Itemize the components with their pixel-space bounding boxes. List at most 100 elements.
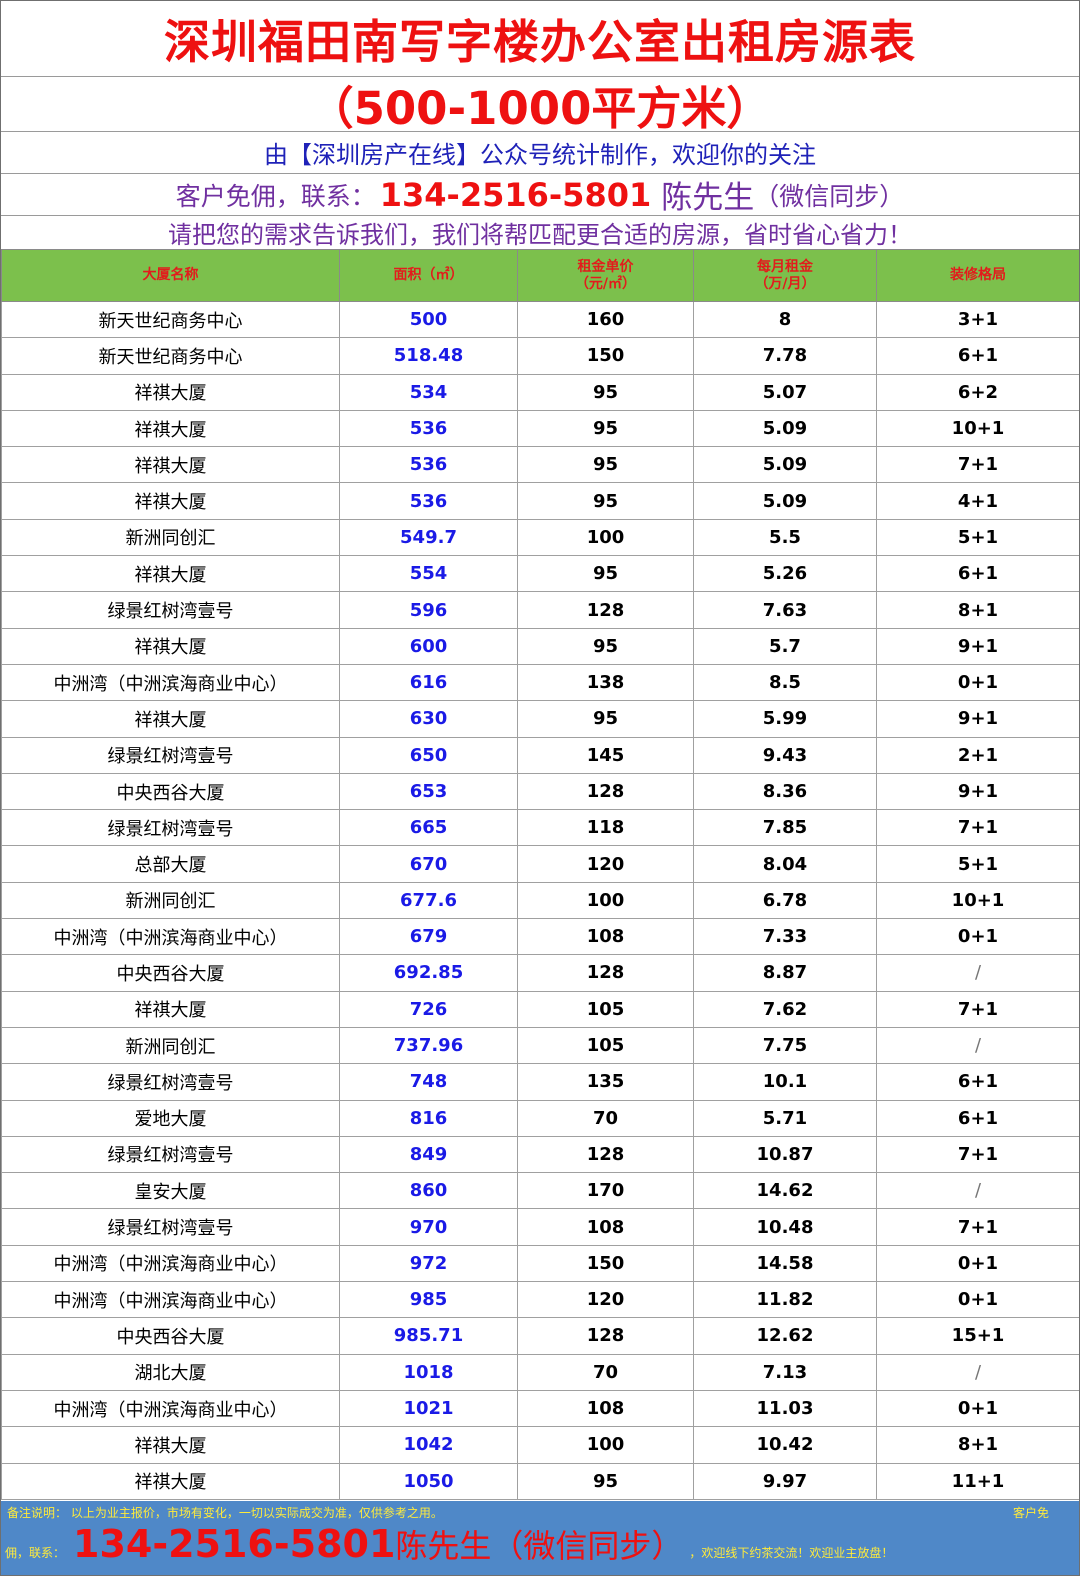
cell-layout: 5+1: [876, 518, 1079, 557]
cell-layout: 0+1: [876, 1244, 1079, 1283]
header-monthly-rent-unit: （万/月）: [754, 275, 816, 292]
cell-monthly-rent: 8.04: [693, 845, 877, 883]
cell-building-name: 绿景红树湾壹号: [1, 591, 340, 629]
cell-monthly-rent: 5.26: [693, 555, 877, 593]
table-row: 总部大厦 670 120 8.04 5+1: [1, 845, 1079, 883]
cell-layout: 7+1: [876, 1208, 1079, 1246]
cell-unit-price: 100: [517, 1426, 694, 1464]
cell-area: 616: [339, 663, 518, 702]
header-building-name: 大厦名称: [1, 249, 340, 302]
cell-area: 1018: [339, 1353, 518, 1391]
cell-layout: 3+1: [876, 300, 1079, 339]
table-row: 新天世纪商务中心 500 160 8 3+1: [1, 300, 1079, 339]
footer-contact-name: 陈先生（微信同步）: [395, 1527, 684, 1565]
cell-area: 596: [339, 591, 518, 629]
cell-area: 726: [339, 990, 518, 1028]
header-monthly-rent-label: 每月租金: [757, 258, 813, 275]
cell-area: 650: [339, 736, 518, 774]
subtitle-row: （500-1000平方米）: [1, 77, 1079, 132]
cell-monthly-rent: 5.07: [693, 373, 877, 411]
footer-note-right: 客户免: [1012, 1506, 1049, 1520]
cell-monthly-rent: 7.13: [693, 1353, 877, 1391]
cell-building-name: 祥祺大厦: [1, 446, 340, 484]
cell-unit-price: 150: [517, 337, 694, 375]
cell-layout: /: [876, 1026, 1079, 1065]
footer-contact: 佣，联系： 134-2516-5801 陈先生（微信同步） ，欢迎线下约茶交流！…: [5, 1521, 893, 1567]
contact-label: 客户免佣，联系：: [175, 181, 376, 211]
cell-layout: 8+1: [876, 591, 1079, 629]
table-row: 中洲湾（中洲滨海商业中心） 679 108 7.33 0+1: [1, 918, 1079, 956]
title-row: 深圳福田南写字楼办公室出租房源表: [1, 1, 1079, 77]
table-row: 中央西谷大厦 653 128 8.36 9+1: [1, 772, 1079, 811]
cell-area: 653: [339, 772, 518, 811]
cell-layout: 7+1: [876, 809, 1079, 847]
cell-monthly-rent: 9.97: [693, 1462, 877, 1500]
header-monthly-rent: 每月租金 （万/月）: [693, 249, 877, 302]
cell-area: 536: [339, 482, 518, 520]
cell-building-name: 新天世纪商务中心: [1, 337, 340, 375]
cell-monthly-rent: 5.99: [693, 700, 877, 738]
cell-area: 737.96: [339, 1026, 518, 1065]
cell-area: 630: [339, 700, 518, 738]
cell-layout: /: [876, 1353, 1079, 1391]
cell-layout: /: [876, 1172, 1079, 1210]
cell-building-name: 皇安大厦: [1, 1172, 340, 1210]
rental-listing-sheet: 深圳福田南写字楼办公室出租房源表 （500-1000平方米） 由【深圳房产在线】…: [0, 0, 1080, 1576]
table-row: 绿景红树湾壹号 596 128 7.63 8+1: [1, 591, 1079, 629]
cell-layout: 8+1: [876, 1426, 1079, 1464]
cell-unit-price: 118: [517, 809, 694, 847]
cell-unit-price: 95: [517, 555, 694, 593]
cell-building-name: 祥祺大厦: [1, 409, 340, 448]
cell-unit-price: 70: [517, 1099, 694, 1137]
cell-area: 518.48: [339, 337, 518, 375]
cell-unit-price: 170: [517, 1172, 694, 1210]
page-title: 深圳福田南写字楼办公室出租房源表: [164, 14, 916, 69]
table-row: 祥祺大厦 1042 100 10.42 8+1: [1, 1426, 1079, 1464]
cell-monthly-rent: 7.78: [693, 337, 877, 375]
cell-monthly-rent: 5.7: [693, 627, 877, 665]
cell-unit-price: 108: [517, 1208, 694, 1246]
cell-building-name: 绿景红树湾壹号: [1, 736, 340, 774]
cell-building-name: 湖北大厦: [1, 1353, 340, 1391]
source-statement: 由【深圳房产在线】公众号统计制作，欢迎你的关注: [264, 141, 816, 169]
cell-building-name: 祥祺大厦: [1, 482, 340, 520]
cell-layout: 6+1: [876, 1099, 1079, 1137]
footer-phone: 134-2516-5801: [73, 1522, 396, 1566]
cell-layout: 15+1: [876, 1317, 1079, 1355]
table-row: 祥祺大厦 554 95 5.26 6+1: [1, 555, 1079, 593]
footer-contact-prefix: 佣，联系：: [5, 1546, 66, 1560]
table-row: 皇安大厦 860 170 14.62/: [1, 1172, 1079, 1210]
cell-monthly-rent: 5.09: [693, 409, 877, 448]
cell-monthly-rent: 10.48: [693, 1208, 877, 1246]
cell-building-name: 中洲湾（中洲滨海商业中心）: [1, 1389, 340, 1428]
cell-building-name: 中洲湾（中洲滨海商业中心）: [1, 1244, 340, 1283]
cell-monthly-rent: 8.36: [693, 772, 877, 811]
table-header-row: 大厦名称 面积（㎡） 租金单价 （元/㎡） 每月租金 （万/月） 装修格局: [1, 249, 1079, 302]
contact-name: 陈先生: [661, 180, 755, 216]
header-area: 面积（㎡）: [339, 249, 518, 302]
cell-unit-price: 95: [517, 373, 694, 411]
cell-unit-price: 95: [517, 1462, 694, 1500]
header-unit-price: 租金单价 （元/㎡）: [517, 249, 694, 302]
cell-monthly-rent: 7.63: [693, 591, 877, 629]
cell-monthly-rent: 12.62: [693, 1317, 877, 1355]
cell-area: 665: [339, 809, 518, 847]
header-layout-label: 装修格局: [950, 267, 1006, 283]
cell-layout: 7+1: [876, 446, 1079, 484]
header-area-label: 面积（㎡）: [393, 267, 464, 283]
cell-area: 1021: [339, 1389, 518, 1428]
cell-building-name: 爱地大厦: [1, 1099, 340, 1137]
cell-layout: 2+1: [876, 736, 1079, 774]
cell-layout: 5+1: [876, 845, 1079, 883]
table-row: 绿景红树湾壹号 665 118 7.85 7+1: [1, 809, 1079, 847]
listing-table-body: 新天世纪商务中心 500 160 8 3+1 新天世纪商务中心 518.48 150 7.78 6…: [1, 300, 1079, 1500]
cell-building-name: 祥祺大厦: [1, 990, 340, 1028]
cell-area: 549.7: [339, 518, 518, 557]
cell-unit-price: 120: [517, 1281, 694, 1319]
cell-unit-price: 95: [517, 409, 694, 448]
table-row: 绿景红树湾壹号 849 128 10.87 7+1: [1, 1135, 1079, 1174]
cell-layout: 6+1: [876, 1063, 1079, 1101]
contact-row: 客户免佣，联系： 134-2516-5801 陈先生 （微信同步）: [1, 174, 1079, 216]
table-row: 祥祺大厦 536 95 5.09 4+1: [1, 482, 1079, 520]
cell-monthly-rent: 10.42: [693, 1426, 877, 1464]
